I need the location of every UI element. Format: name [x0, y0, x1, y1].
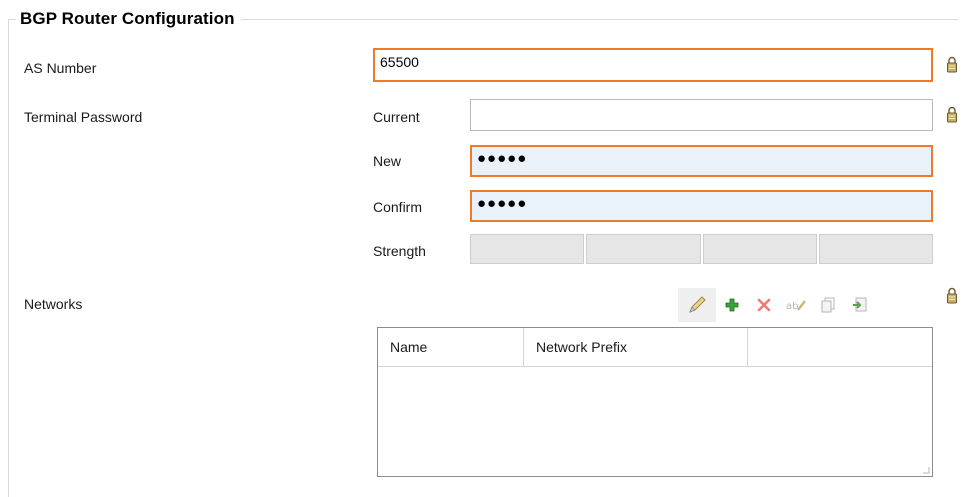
terminal-password-label: Terminal Password [24, 109, 143, 125]
strength-segment [586, 234, 701, 264]
rename-icon: ab [786, 300, 806, 312]
edit-button[interactable] [678, 288, 716, 322]
pencil-icon [689, 296, 706, 313]
section-title: BGP Router Configuration [16, 7, 241, 31]
add-icon [725, 298, 739, 312]
add-button[interactable] [716, 289, 748, 321]
networks-grid[interactable]: Name Network Prefix [377, 327, 933, 477]
as-number-input[interactable]: 65500 [373, 48, 933, 82]
delete-button[interactable] [748, 289, 780, 321]
networks-label: Networks [24, 296, 83, 312]
networks-toolbar: ab [678, 288, 934, 322]
column-header-name[interactable]: Name [378, 328, 524, 366]
strength-segment [818, 234, 933, 264]
import-icon [853, 297, 867, 312]
confirm-password-label: Confirm [373, 199, 423, 215]
as-number-label: AS Number [24, 60, 97, 76]
confirm-password-input[interactable]: ●●●●● [470, 190, 933, 222]
delete-icon [757, 298, 771, 312]
lock-icon[interactable] [946, 56, 958, 74]
current-password-label: Current [373, 109, 420, 125]
svg-text:ab: ab [786, 301, 798, 312]
strength-segment [702, 234, 817, 264]
lock-icon[interactable] [946, 287, 958, 305]
strength-segment [470, 234, 585, 264]
fieldset-border-left [8, 19, 9, 497]
new-password-label: New [373, 153, 402, 169]
import-button[interactable] [844, 289, 876, 321]
lock-icon[interactable] [946, 106, 958, 124]
column-header-filler [748, 328, 932, 366]
copy-icon [821, 297, 835, 313]
password-strength-meter [470, 234, 933, 264]
copy-button[interactable] [812, 289, 844, 321]
strength-label: Strength [373, 243, 426, 259]
current-password-input[interactable] [470, 99, 933, 131]
new-password-input[interactable]: ●●●●● [470, 145, 933, 177]
rename-button[interactable]: ab [780, 289, 812, 321]
column-header-network-prefix[interactable]: Network Prefix [524, 328, 748, 366]
grid-header: Name Network Prefix [378, 328, 932, 367]
resize-grip-icon[interactable] [922, 466, 930, 474]
